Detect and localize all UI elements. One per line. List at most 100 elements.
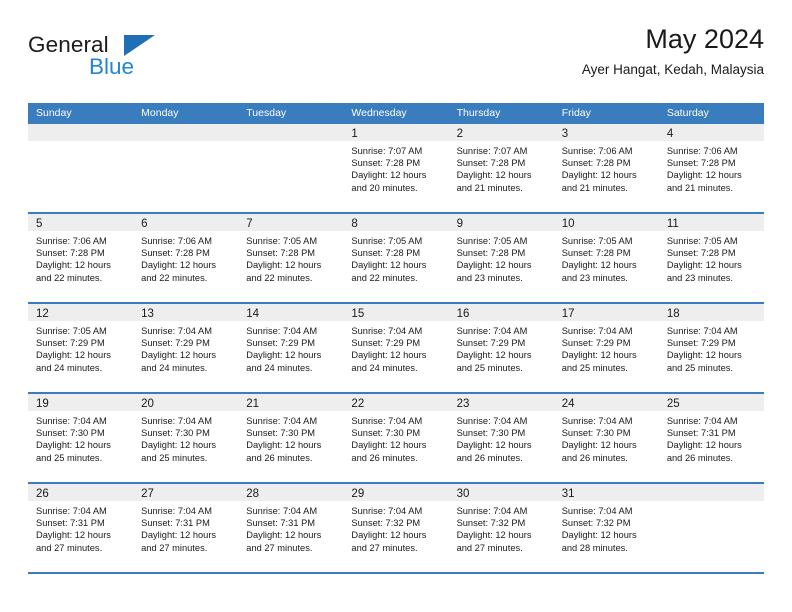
day-details: Sunrise: 7:04 AM Sunset: 7:30 PM Daylight:… xyxy=(133,411,238,464)
day-detail-line: Sunrise: 7:04 AM xyxy=(666,416,738,426)
calendar-day-cell[interactable]: 10 Sunrise: 7:05 AM Sunset: 7:28 PM Dayligh… xyxy=(553,214,659,302)
day-detail-line: Sunset: 7:29 PM xyxy=(351,338,421,349)
calendar-day-cell[interactable]: 9 Sunrise: 7:05 AM Sunset: 7:28 PM Daylight… xyxy=(448,214,554,302)
calendar-day-cell[interactable]: 31 Sunrise: 7:04 AM Sunset: 7:32 PM Dayligh… xyxy=(553,484,659,572)
calendar-day-cell-empty xyxy=(28,124,134,212)
day-number: 13 xyxy=(141,308,154,320)
day-details: Sunrise: 7:04 AM Sunset: 7:32 PM Daylight:… xyxy=(449,501,554,554)
day-number-band: 27 xyxy=(133,484,239,501)
calendar-day-cell[interactable]: 26 Sunrise: 7:04 AM Sunset: 7:31 PM Dayligh… xyxy=(28,484,134,572)
calendar-day-cell[interactable]: 4 Sunrise: 7:06 AM Sunset: 7:28 PM Daylight… xyxy=(658,124,764,212)
day-detail-line: and 22 minutes. xyxy=(36,272,103,283)
day-detail-line: Daylight: 12 hours xyxy=(351,440,427,451)
calendar-day-cell[interactable]: 17 Sunrise: 7:04 AM Sunset: 7:29 PM Dayligh… xyxy=(553,304,659,392)
day-details: Sunrise: 7:04 AM Sunset: 7:29 PM Daylight:… xyxy=(659,321,764,374)
calendar-day-cell[interactable]: 7 Sunrise: 7:05 AM Sunset: 7:28 PM Daylight… xyxy=(238,214,344,302)
calendar-day-cell[interactable]: 1 Sunrise: 7:07 AM Sunset: 7:28 PM Daylight… xyxy=(343,124,449,212)
day-details: Sunrise: 7:04 AM Sunset: 7:30 PM Daylight:… xyxy=(554,411,659,464)
day-detail-line: Daylight: 12 hours xyxy=(36,260,111,271)
calendar-day-cell[interactable]: 16 Sunrise: 7:04 AM Sunset: 7:29 PM Dayligh… xyxy=(448,304,554,392)
title-block: May 2024 Ayer Hangat, Kedah, Malaysia xyxy=(582,22,764,78)
day-number-band: 4 xyxy=(658,124,764,141)
day-number: 14 xyxy=(246,308,260,320)
calendar-day-cell[interactable]: 27 Sunrise: 7:04 AM Sunset: 7:31 PM Dayligh… xyxy=(133,484,239,572)
day-detail-line: Sunset: 7:32 PM xyxy=(561,518,631,529)
day-number: 6 xyxy=(141,218,148,230)
calendar-day-cell[interactable]: 18 Sunrise: 7:04 AM Sunset: 7:29 PM Dayligh… xyxy=(658,304,764,392)
weekday-header-sunday: Sunday xyxy=(36,107,72,119)
calendar-day-cell[interactable]: 24 Sunrise: 7:04 AM Sunset: 7:30 PM Dayligh… xyxy=(553,394,659,482)
day-detail-line: Sunset: 7:29 PM xyxy=(36,338,105,349)
calendar-day-cell[interactable]: 13 Sunrise: 7:04 AM Sunset: 7:29 PM Dayligh… xyxy=(133,304,239,392)
day-detail-line: Daylight: 12 hours xyxy=(246,440,322,451)
calendar-day-cell[interactable]: 22 Sunrise: 7:04 AM Sunset: 7:30 PM Dayligh… xyxy=(343,394,449,482)
day-number-band xyxy=(658,484,764,501)
calendar-day-cell[interactable]: 29 Sunrise: 7:04 AM Sunset: 7:32 PM Dayligh… xyxy=(343,484,449,572)
day-details: Sunrise: 7:06 AM Sunset: 7:28 PM Daylight:… xyxy=(28,231,133,284)
day-details: Sunrise: 7:04 AM Sunset: 7:29 PM Daylight:… xyxy=(133,321,238,374)
day-detail-line: Sunrise: 7:04 AM xyxy=(141,506,212,516)
day-details: Sunrise: 7:04 AM Sunset: 7:31 PM Daylight:… xyxy=(133,501,238,554)
day-detail-line: Sunset: 7:28 PM xyxy=(351,248,421,259)
calendar-day-cell[interactable]: 12 Sunrise: 7:05 AM Sunset: 7:29 PM Dayligh… xyxy=(28,304,134,392)
day-detail-line: Sunset: 7:29 PM xyxy=(246,338,316,349)
day-number: 8 xyxy=(351,218,358,230)
day-number: 10 xyxy=(561,218,575,230)
calendar-day-cell[interactable]: 15 Sunrise: 7:04 AM Sunset: 7:29 PM Dayligh… xyxy=(343,304,449,392)
day-number-band xyxy=(28,124,134,141)
day-detail-line: Sunrise: 7:04 AM xyxy=(246,416,318,426)
day-detail-line: Daylight: 12 hours xyxy=(666,350,742,361)
day-details: Sunrise: 7:05 AM Sunset: 7:28 PM Daylight:… xyxy=(659,231,764,284)
day-detail-line: and 27 minutes. xyxy=(141,542,208,553)
calendar-day-cell[interactable]: 14 Sunrise: 7:04 AM Sunset: 7:29 PM Dayligh… xyxy=(238,304,344,392)
day-number-band: 16 xyxy=(448,304,554,321)
calendar-day-cell[interactable]: 23 Sunrise: 7:04 AM Sunset: 7:30 PM Dayligh… xyxy=(448,394,554,482)
calendar-day-cell[interactable]: 5 Sunrise: 7:06 AM Sunset: 7:28 PM Daylight… xyxy=(28,214,134,302)
day-detail-line: Sunrise: 7:04 AM xyxy=(246,326,318,336)
day-number-band: 26 xyxy=(28,484,134,501)
day-number: 21 xyxy=(246,398,260,410)
day-detail-line: and 24 minutes. xyxy=(351,362,418,373)
calendar-day-cell[interactable]: 3 Sunrise: 7:06 AM Sunset: 7:28 PM Daylight… xyxy=(553,124,659,212)
day-number: 3 xyxy=(561,128,569,140)
day-detail-line: Sunrise: 7:04 AM xyxy=(456,506,528,516)
calendar-day-cell[interactable]: 19 Sunrise: 7:04 AM Sunset: 7:30 PM Dayligh… xyxy=(28,394,134,482)
day-detail-line: Daylight: 12 hours xyxy=(246,530,322,541)
day-details: Sunrise: 7:06 AM Sunset: 7:28 PM Daylight:… xyxy=(133,231,238,284)
day-detail-line: Sunset: 7:30 PM xyxy=(246,428,316,439)
day-details: Sunrise: 7:04 AM Sunset: 7:32 PM Daylight:… xyxy=(554,501,659,554)
calendar-day-cell[interactable]: 6 Sunrise: 7:06 AM Sunset: 7:28 PM Daylight… xyxy=(133,214,239,302)
day-detail-line: and 22 minutes. xyxy=(246,272,313,283)
calendar-day-cell[interactable]: 21 Sunrise: 7:04 AM Sunset: 7:30 PM Dayligh… xyxy=(238,394,344,482)
calendar-day-cell[interactable]: 2 Sunrise: 7:07 AM Sunset: 7:28 PM Daylight… xyxy=(448,124,554,212)
day-number-band: 24 xyxy=(553,394,659,411)
day-details: Sunrise: 7:04 AM Sunset: 7:31 PM Daylight:… xyxy=(28,501,133,554)
day-detail-line: and 27 minutes. xyxy=(36,542,103,553)
day-detail-line: Sunset: 7:28 PM xyxy=(351,158,421,169)
calendar-day-cell-empty xyxy=(133,124,239,212)
weekday-header-wednesday: Wednesday xyxy=(351,107,407,119)
calendar-day-cell[interactable]: 28 Sunrise: 7:04 AM Sunset: 7:31 PM Dayligh… xyxy=(238,484,344,572)
day-detail-line: Sunrise: 7:06 AM xyxy=(666,146,738,156)
calendar-day-cell[interactable]: 8 Sunrise: 7:05 AM Sunset: 7:28 PM Daylight… xyxy=(343,214,449,302)
day-details: Sunrise: 7:07 AM Sunset: 7:28 PM Daylight:… xyxy=(449,141,554,194)
calendar-day-cell[interactable]: 20 Sunrise: 7:04 AM Sunset: 7:30 PM Dayligh… xyxy=(133,394,239,482)
day-details: Sunrise: 7:04 AM Sunset: 7:31 PM Daylight:… xyxy=(238,501,343,554)
calendar-week-row: 26 Sunrise: 7:04 AM Sunset: 7:31 PM Dayligh… xyxy=(28,482,764,572)
day-detail-line: Sunset: 7:28 PM xyxy=(246,248,316,259)
day-number: 11 xyxy=(666,218,679,230)
calendar-week-row: 19 Sunrise: 7:04 AM Sunset: 7:30 PM Dayligh… xyxy=(28,392,764,482)
calendar-day-cell[interactable]: 25 Sunrise: 7:04 AM Sunset: 7:31 PM Dayligh… xyxy=(658,394,764,482)
calendar-day-cell[interactable]: 11 Sunrise: 7:05 AM Sunset: 7:28 PM Dayligh… xyxy=(658,214,764,302)
day-number: 15 xyxy=(351,308,365,320)
day-detail-line: Sunset: 7:29 PM xyxy=(141,338,210,349)
day-detail-line: Sunrise: 7:05 AM xyxy=(456,236,528,246)
day-detail-line: Sunrise: 7:04 AM xyxy=(36,416,107,426)
day-number-band: 11 xyxy=(658,214,764,231)
calendar-day-cell[interactable]: 30 Sunrise: 7:04 AM Sunset: 7:32 PM Dayligh… xyxy=(448,484,554,572)
calendar-bottom-rule xyxy=(28,572,764,574)
day-number-band: 31 xyxy=(553,484,659,501)
day-detail-line: Sunset: 7:28 PM xyxy=(561,248,631,259)
day-detail-line: Daylight: 12 hours xyxy=(561,260,637,271)
generalblue-logo[interactable]: General Blue xyxy=(28,32,160,84)
